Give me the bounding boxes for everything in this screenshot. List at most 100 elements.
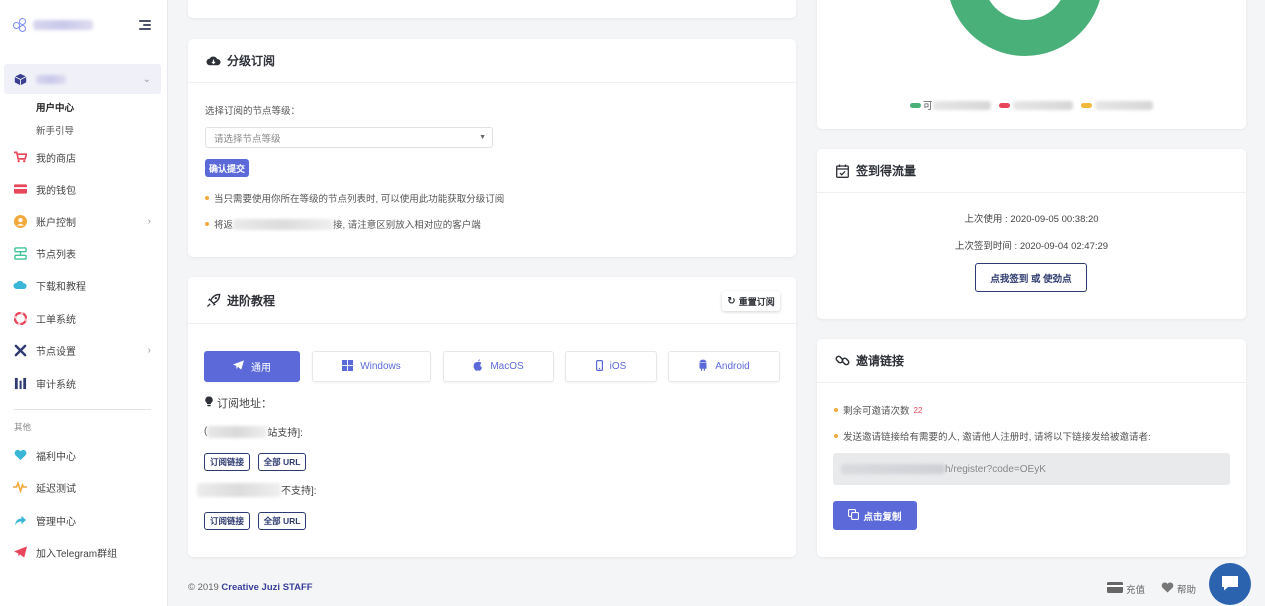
mobile-icon — [595, 359, 603, 374]
card-header: 进阶教程 — [188, 277, 796, 324]
card-title: 签到得流量 — [856, 164, 917, 178]
card-header: 邀请链接 — [817, 339, 1246, 383]
node-level-label: 选择订阅的节点等级： — [205, 106, 301, 117]
confirm-submit-button[interactable]: 确认提交 — [205, 159, 249, 177]
invite-remaining-count: 22 — [913, 405, 923, 415]
redacted-text — [197, 482, 281, 497]
tab-windows[interactable]: Windows — [312, 351, 431, 382]
invite-link-field[interactable]: h/register?code=OEyK — [833, 453, 1230, 485]
donut-ring — [950, 0, 1100, 56]
copy-invite-link-button[interactable]: 点击复制 — [833, 501, 917, 530]
checkin-card: 签到得流量 上次使用 : 2020-09-05 00:38:20 上次签到时间 … — [817, 149, 1246, 319]
redacted-text — [932, 100, 991, 110]
sidebar-group-user[interactable]: ⌄ — [4, 64, 161, 94]
subscription-line-2: 不支持]: — [197, 482, 317, 497]
sidebar-item-tickets[interactable]: 工单系统 — [4, 308, 161, 328]
checkin-button[interactable]: 点我签到 或 使劲点 — [975, 263, 1087, 292]
copy-all-url-button[interactable]: 全部 URL — [258, 512, 306, 530]
sidebar-item-audit[interactable]: 审计系统 — [4, 373, 161, 393]
redacted-text — [207, 425, 268, 438]
chat-support-button[interactable] — [1209, 563, 1251, 605]
reset-subscription-button[interactable]: ↻ 重置订阅 — [722, 291, 780, 311]
copy-icon — [848, 508, 860, 523]
sidebar-item-wallet[interactable]: 我的钱包 — [4, 179, 161, 199]
redacted-text — [1012, 100, 1073, 110]
legend-swatch-green — [910, 102, 921, 108]
brand-logo[interactable] — [13, 17, 153, 33]
cart-icon — [13, 150, 27, 164]
grade-tip-2: 将返 接, 请注意区别放入相对应的客户端 — [205, 217, 481, 231]
pulse-icon — [13, 480, 27, 494]
cloud-icon — [13, 278, 27, 292]
lifebuoy-icon — [13, 311, 27, 325]
last-checkin-time: 上次签到时间 : 2020-09-04 02:47:29 — [954, 241, 1109, 252]
copy-all-url-button[interactable]: 全部 URL — [258, 453, 306, 471]
telegram-icon — [13, 545, 27, 559]
bullet-dot — [205, 196, 209, 200]
invite-remaining: 剩余可邀请次数 22 — [834, 403, 922, 417]
recharge-link[interactable]: 充值 — [1107, 582, 1145, 596]
subscription-address-heading: 订阅地址： — [205, 395, 272, 411]
share-icon — [13, 513, 27, 527]
sidebar-item-node-settings[interactable]: 节点设置 › — [4, 340, 161, 360]
heart-icon — [13, 448, 27, 462]
sidebar-item-welfare[interactable]: 福利中心 — [4, 445, 161, 465]
tab-general[interactable]: 通用 — [204, 351, 300, 382]
bullet-dot — [834, 434, 838, 438]
card-title: 分级订阅 — [227, 54, 276, 68]
logo-icon — [13, 18, 31, 32]
chevron-right-icon: › — [147, 215, 151, 227]
sidebar-divider — [14, 409, 151, 410]
invite-tip: 发送邀请链接给有需要的人, 邀请他人注册时, 请将以下链接发给被邀请者: — [834, 429, 1151, 443]
tools-icon — [13, 343, 27, 357]
calendar-check-icon — [834, 163, 850, 179]
node-level-select[interactable]: 请选择节点等级 ▼ — [205, 127, 493, 148]
sidebar-section-label: 其他 — [14, 422, 32, 432]
sidebar-sub-guide[interactable]: 新手引导 — [36, 123, 74, 137]
menu-toggle-icon[interactable] — [139, 20, 151, 30]
help-link[interactable]: 帮助 — [1161, 582, 1196, 596]
grade-subscription-card: 分级订阅 选择订阅的节点等级： 请选择节点等级 ▼ 确认提交 当只需要使用你所在… — [188, 39, 796, 257]
chevron-down-icon: ⌄ — [142, 73, 151, 85]
sitemap-icon — [13, 246, 27, 260]
tab-ios[interactable]: iOS — [565, 351, 657, 382]
sidebar-item-admin[interactable]: 管理中心 — [4, 510, 161, 530]
footer-brand-link[interactable]: Creative Juzi — [221, 582, 280, 593]
paper-plane-icon — [233, 360, 244, 373]
sidebar-item-latency[interactable]: 延迟测试 — [4, 477, 161, 497]
lightbulb-icon — [205, 396, 213, 410]
apple-icon — [473, 359, 483, 374]
grade-tip-1: 当只需要使用你所在等级的节点列表时, 可以使用此功能获取分级订阅 — [205, 191, 504, 205]
card-header: 签到得流量 — [817, 149, 1246, 193]
user-circle-icon — [13, 214, 27, 228]
sidebar-item-label: 审计系统 — [36, 379, 76, 391]
sidebar-item-account[interactable]: 账户控制 › — [4, 211, 161, 231]
cloud-download-icon — [205, 53, 221, 69]
select-placeholder: 请选择节点等级 — [214, 133, 281, 145]
traffic-donut-card: 可 — [817, 0, 1246, 129]
cube-icon — [13, 72, 27, 86]
sidebar-sub-user-center[interactable]: 用户中心 — [36, 100, 74, 114]
tab-android[interactable]: Android — [668, 351, 780, 382]
card-title: 进阶教程 — [227, 293, 276, 308]
audit-icon — [13, 376, 27, 390]
sidebar-item-label: 我的钱包 — [36, 185, 76, 197]
chevron-right-icon: › — [147, 344, 151, 356]
copy-subscription-link-button[interactable]: 订阅链接 — [204, 453, 250, 471]
sidebar-item-nodes[interactable]: 节点列表 — [4, 243, 161, 263]
heart-icon — [1161, 582, 1174, 596]
tab-macos[interactable]: MacOS — [443, 351, 554, 382]
credit-card-icon — [1107, 582, 1123, 596]
card-header: 分级订阅 — [188, 39, 796, 83]
sidebar-item-downloads[interactable]: 下载和教程 — [4, 275, 161, 295]
redacted-text — [841, 464, 945, 474]
sidebar-item-telegram[interactable]: 加入Telegram群组 — [4, 542, 161, 562]
sidebar-item-label: 节点设置 — [36, 346, 76, 358]
android-icon — [698, 359, 708, 374]
windows-icon — [342, 359, 354, 374]
copy-subscription-link-button[interactable]: 订阅链接 — [204, 512, 250, 530]
group-label-redacted — [36, 74, 66, 84]
sidebar-item-shop[interactable]: 我的商店 — [4, 147, 161, 167]
sidebar-item-label: 福利中心 — [36, 451, 76, 463]
rocket-icon — [205, 292, 221, 308]
